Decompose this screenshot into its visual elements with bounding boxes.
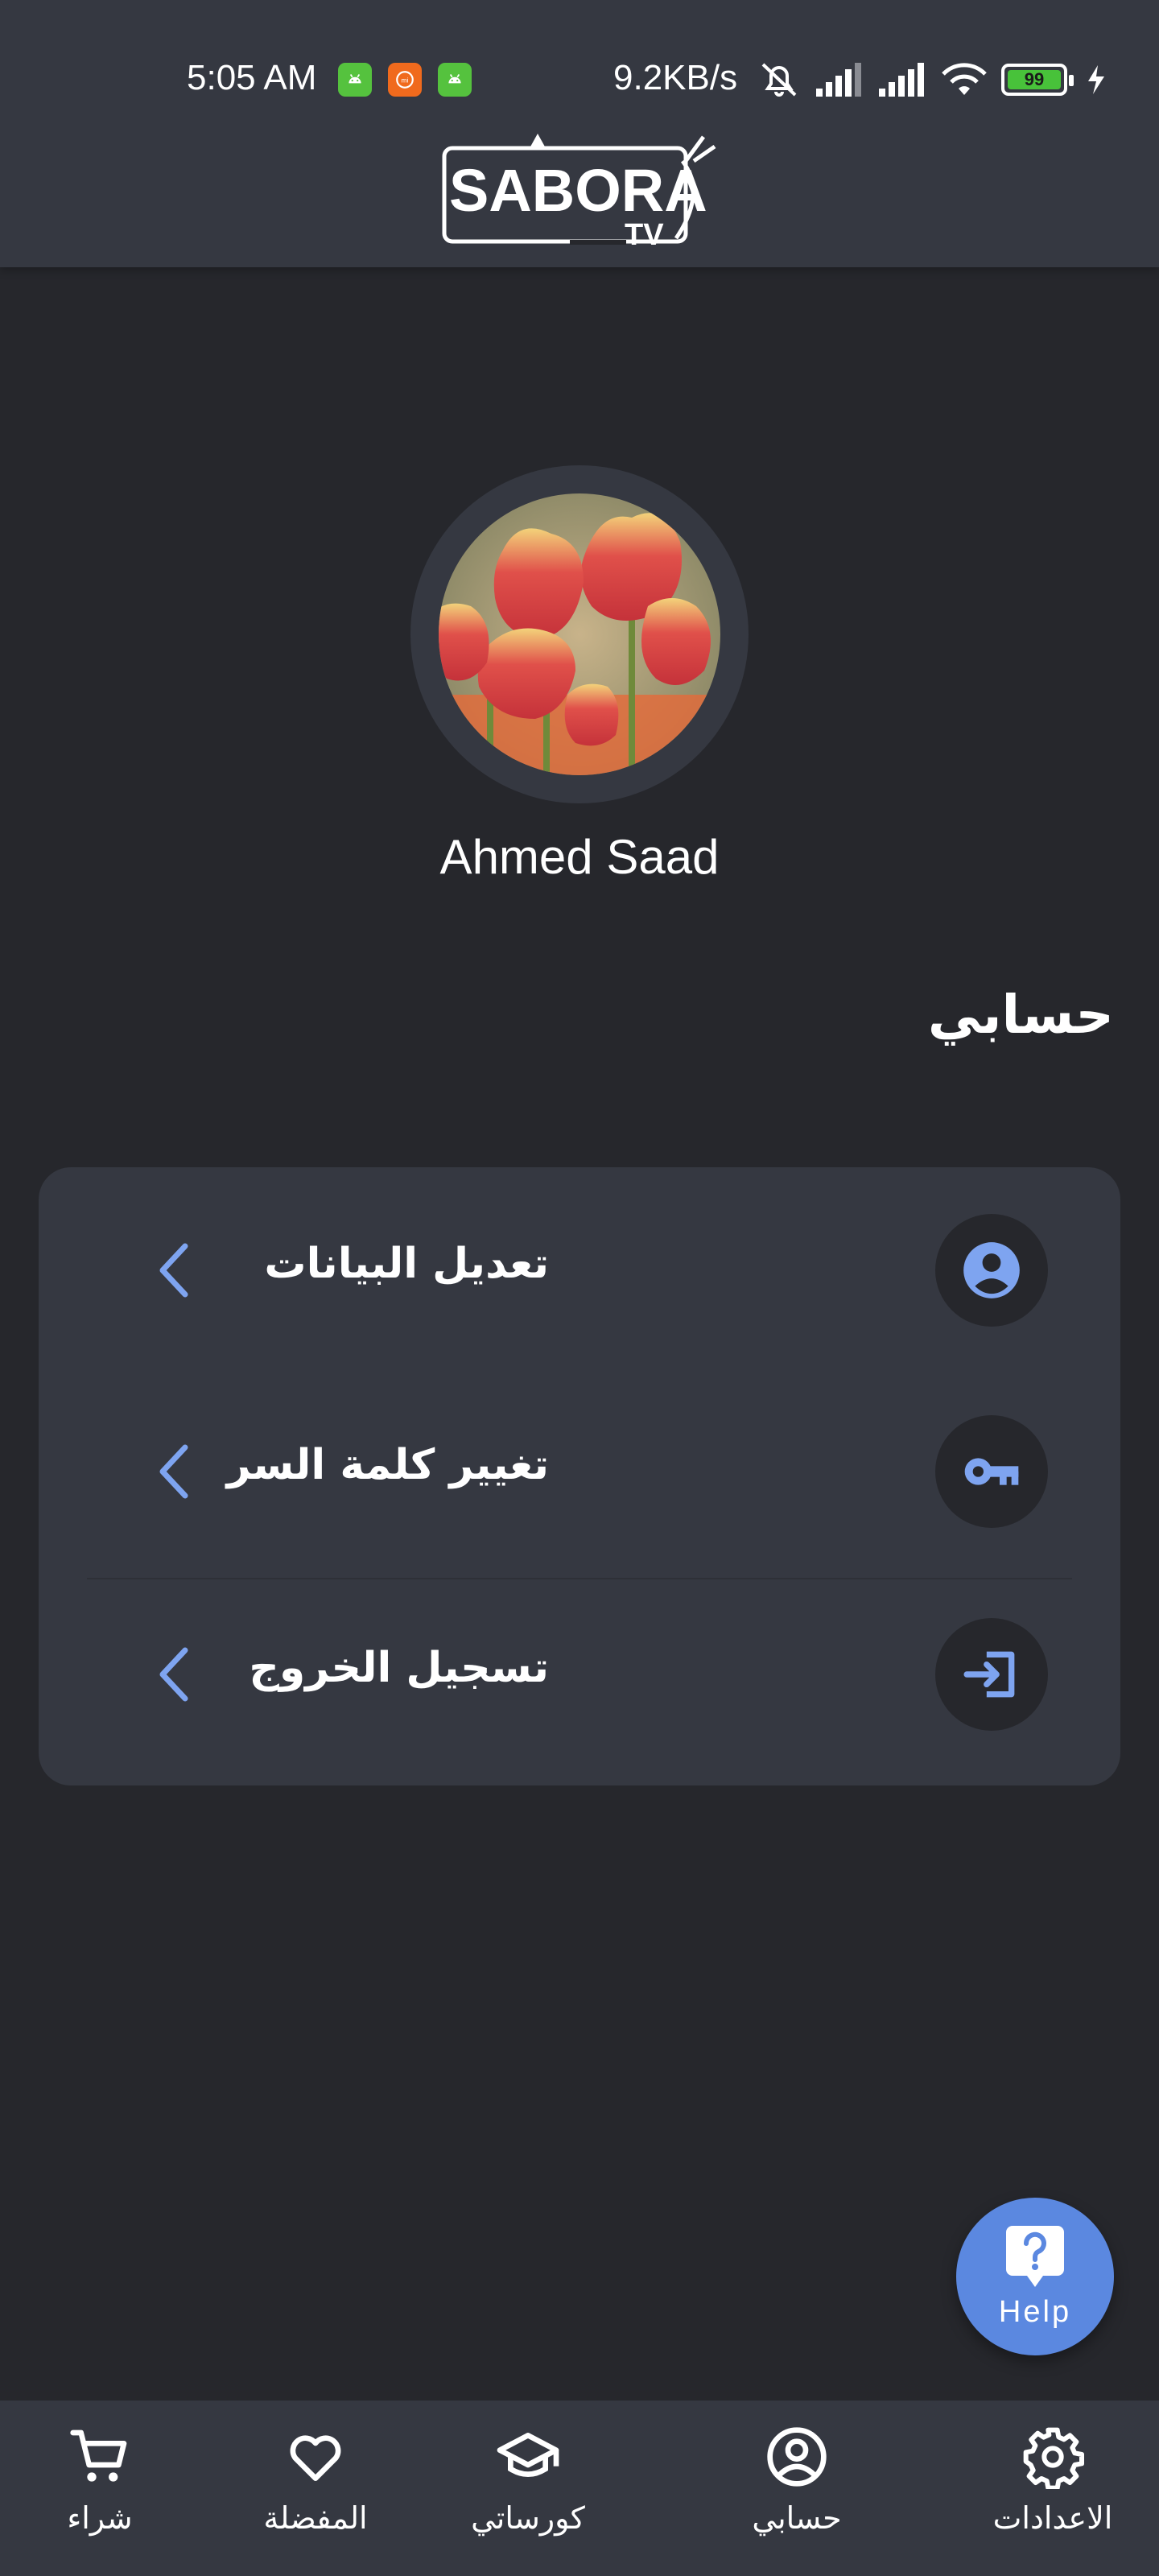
nav-item-settings[interactable]: الاعدادات	[948, 2401, 1157, 2576]
nav-item-buy[interactable]: شراء	[0, 2401, 204, 2576]
charging-icon	[1088, 65, 1104, 94]
gear-icon	[1023, 2427, 1084, 2489]
svg-text:SABORA: SABORA	[449, 157, 707, 224]
graduation-cap-icon	[497, 2433, 559, 2477]
user-name: Ahmed Saad	[439, 830, 720, 884]
nav-item-my-courses[interactable]: كورساتي	[423, 2401, 633, 2576]
menu-item-label: تسجيل الخروج	[249, 1644, 549, 1692]
battery-icon: 99	[1001, 64, 1074, 96]
account-icon	[767, 2427, 827, 2487]
nav-label: شراء	[67, 2500, 133, 2536]
heart-icon	[290, 2435, 341, 2481]
tulips-photo	[439, 493, 720, 775]
system-status-icons: 99	[757, 60, 1107, 100]
avatar-ring[interactable]	[410, 465, 749, 803]
notification-icons: mi	[338, 63, 472, 97]
menu-item-label: تغيير كلمة السر	[226, 1441, 549, 1489]
account-circle-icon	[935, 1214, 1048, 1327]
nav-label: كورساتي	[471, 2500, 585, 2536]
menu-item-change-password[interactable]: تغيير كلمة السر	[39, 1368, 1120, 1570]
svg-text:TV: TV	[625, 218, 664, 251]
nav-label: المفضلة	[263, 2500, 368, 2536]
network-speed: 9.2KB/s	[613, 58, 738, 97]
help-label: Help	[998, 2294, 1072, 2329]
mi-icon: mi	[388, 63, 422, 97]
nav-label: حسابي	[752, 2500, 842, 2536]
account-screen: 5:05 AM mi 9.2KB/s 99 SABORA TV Ahmed Sa…	[0, 0, 1159, 2576]
help-button[interactable]: Help	[956, 2198, 1114, 2355]
cart-icon	[70, 2429, 127, 2482]
section-title: حسابي	[927, 984, 1114, 1046]
wifi-icon	[942, 63, 987, 95]
help-icon	[1006, 2225, 1064, 2287]
nav-item-favorites[interactable]: المفضلة	[211, 2401, 420, 2576]
status-time: 5:05 AM	[187, 58, 317, 97]
android-icon	[438, 63, 472, 97]
signal-icon	[816, 63, 861, 97]
menu-item-edit-profile[interactable]: تعديل البيانات	[39, 1167, 1120, 1368]
sabora-tv-logo: SABORA TV	[442, 134, 716, 251]
nav-item-my-account[interactable]: حسابي	[692, 2401, 901, 2576]
android-icon	[338, 63, 372, 97]
avatar[interactable]	[439, 493, 720, 775]
bottom-navigation: شراء المفضلة كورساتي حسابي الاعدادات	[0, 2401, 1159, 2576]
key-icon	[935, 1415, 1048, 1528]
nav-label: الاعدادات	[992, 2500, 1113, 2536]
chevron-left-icon	[159, 1444, 188, 1499]
menu-item-label: تعديل البيانات	[264, 1240, 549, 1288]
app-header: 5:05 AM mi 9.2KB/s 99 SABORA TV	[0, 0, 1159, 267]
chevron-left-icon	[159, 1647, 188, 1702]
logout-icon	[935, 1618, 1048, 1731]
battery-level: 99	[1008, 69, 1061, 89]
menu-item-logout[interactable]: تسجيل الخروج	[39, 1571, 1120, 1773]
svg-text:mi: mi	[401, 76, 408, 84]
mute-bell-icon	[761, 63, 797, 97]
account-menu-card: تعديل البيانات تغيير كلمة السر تسجيل الخ…	[39, 1167, 1120, 1785]
chevron-left-icon	[159, 1243, 188, 1298]
signal-icon	[879, 63, 924, 97]
